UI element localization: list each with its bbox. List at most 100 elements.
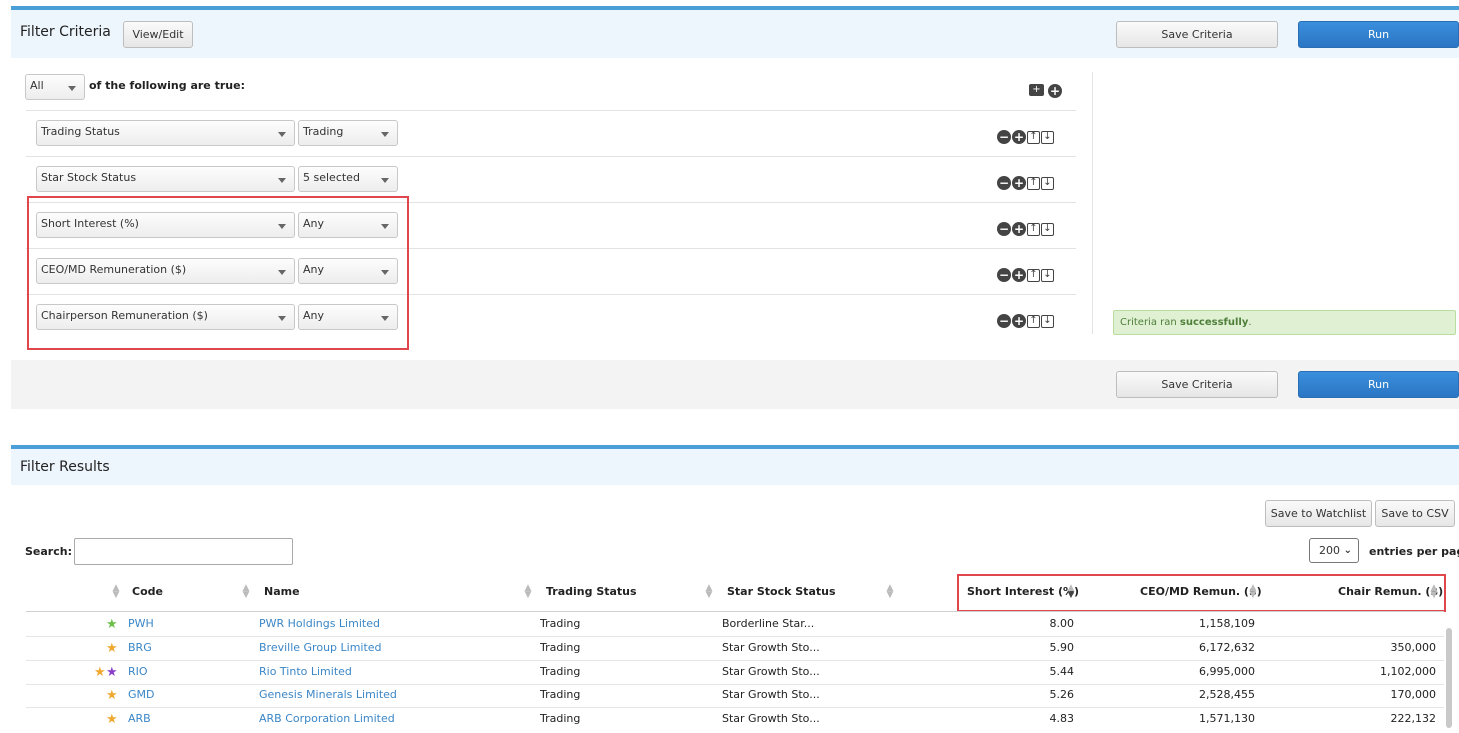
criteria-value: Trading (303, 125, 344, 138)
star-icon: ★ (106, 688, 118, 703)
row-trading: Trading (540, 688, 581, 701)
row-ceo: 6,172,632 (1199, 641, 1255, 654)
page-size-select[interactable]: 200 ⌄ (1309, 538, 1359, 563)
col-trading-status[interactable]: Trading Status (546, 585, 637, 598)
criteria-value-select[interactable]: Trading (298, 120, 398, 146)
success-message: Criteria ran successfully. (1113, 310, 1456, 335)
criteria-value-select[interactable]: 5 selected (298, 166, 398, 192)
chevron-down-icon (278, 178, 286, 183)
criteria-row-controls: − + ↑ ↓ (997, 314, 1054, 328)
criteria-field-select[interactable]: Trading Status (36, 120, 295, 146)
table-scrollbar[interactable] (1446, 628, 1452, 728)
move-up-icon[interactable]: ↑ (1027, 130, 1040, 144)
add-group-icon[interactable]: + (1029, 84, 1044, 96)
row-ceo: 1,158,109 (1199, 617, 1255, 630)
sort-icon[interactable]: ▲ ▼ (886, 584, 894, 600)
row-code[interactable]: PWH (128, 617, 154, 630)
sort-icon[interactable]: ▲ ▼ (112, 584, 120, 600)
row-trading: Trading (540, 617, 581, 630)
row-short: 8.00 (1049, 617, 1075, 630)
remove-icon[interactable]: − (997, 176, 1011, 190)
match-mode-value: All (30, 79, 44, 92)
add-icon[interactable]: + (1012, 176, 1026, 190)
save-to-csv-button[interactable]: Save to CSV (1375, 500, 1455, 527)
row-ceo: 2,528,455 (1199, 688, 1255, 701)
row-name[interactable]: Breville Group Limited (259, 641, 382, 654)
row-star-status: Borderline Star... (722, 617, 815, 630)
save-criteria-button-bottom[interactable]: Save Criteria (1116, 371, 1278, 398)
sort-icon[interactable]: ▲ ▼ (242, 584, 250, 600)
row-name[interactable]: Rio Tinto Limited (259, 665, 352, 678)
col-code[interactable]: Code (132, 585, 163, 598)
criteria-row-controls: − + ↑ ↓ (997, 222, 1054, 236)
col-name[interactable]: Name (264, 585, 300, 598)
add-icon[interactable]: + (1012, 222, 1026, 236)
chevron-down-icon (68, 86, 76, 91)
remove-icon[interactable]: − (997, 130, 1011, 144)
view-edit-button[interactable]: View/Edit (123, 21, 193, 48)
columns-highlight-box (957, 574, 1446, 612)
move-down-icon[interactable]: ↓ (1041, 268, 1054, 282)
match-mode-select[interactable]: All (25, 74, 85, 100)
filter-panel-header: Filter Criteria View/Edit Save Criteria … (11, 10, 1459, 58)
row-code[interactable]: BRG (128, 641, 152, 654)
row-name[interactable]: PWR Holdings Limited (259, 617, 380, 630)
move-up-icon[interactable]: ↑ (1027, 314, 1040, 328)
success-suffix: . (1248, 317, 1252, 328)
move-down-icon[interactable]: ↓ (1041, 176, 1054, 190)
row-chair: 1,102,000 (1380, 665, 1436, 678)
row-short: 5.26 (1049, 688, 1075, 701)
move-up-icon[interactable]: ↑ (1027, 222, 1040, 236)
row-code[interactable]: GMD (128, 688, 155, 701)
row-chair: 170,000 (1390, 688, 1437, 701)
save-to-watchlist-button[interactable]: Save to Watchlist (1265, 500, 1372, 527)
row-name[interactable]: ARB Corporation Limited (259, 712, 395, 725)
divider (26, 110, 1076, 111)
move-up-icon[interactable]: ↑ (1027, 268, 1040, 282)
criteria-highlight-box (27, 196, 409, 350)
row-star-status: Star Growth Sto... (722, 665, 820, 678)
filter-footer: Save Criteria Run (11, 360, 1459, 409)
run-button-bottom[interactable]: Run (1298, 371, 1459, 398)
page-size-label: entries per page (1369, 545, 1459, 558)
header-divider (26, 611, 1444, 612)
row-code[interactable]: RIO (128, 665, 148, 678)
add-criteria-icon[interactable]: + (1048, 84, 1062, 98)
star-icon: ★ (106, 641, 118, 656)
add-icon[interactable]: + (1012, 314, 1026, 328)
criteria-field-value: Star Stock Status (41, 171, 137, 184)
criteria-field-select[interactable]: Star Stock Status (36, 166, 295, 192)
row-divider (26, 660, 1444, 661)
sort-icon[interactable]: ▲ ▼ (524, 584, 532, 600)
star-icon: ★ (94, 665, 106, 680)
star-icon: ★ (106, 712, 118, 727)
match-text: of the following are true: (89, 79, 245, 92)
search-input[interactable] (74, 538, 293, 565)
criteria-row-controls: − + ↑ ↓ (997, 268, 1054, 282)
run-button[interactable]: Run (1298, 21, 1459, 48)
add-icon[interactable]: + (1012, 130, 1026, 144)
move-down-icon[interactable]: ↓ (1041, 314, 1054, 328)
results-panel-header: Filter Results (11, 449, 1459, 485)
sort-icon[interactable]: ▲ ▼ (705, 584, 713, 600)
chevron-down-icon: ⌄ (1343, 545, 1352, 556)
save-criteria-button[interactable]: Save Criteria (1116, 21, 1278, 48)
row-trading: Trading (540, 712, 581, 725)
add-icon[interactable]: + (1012, 268, 1026, 282)
row-short: 5.44 (1049, 665, 1075, 678)
row-short: 4.83 (1049, 712, 1075, 725)
row-star-status: Star Growth Sto... (722, 688, 820, 701)
row-trading: Trading (540, 641, 581, 654)
row-code[interactable]: ARB (128, 712, 151, 725)
remove-icon[interactable]: − (997, 268, 1011, 282)
remove-icon[interactable]: − (997, 222, 1011, 236)
remove-icon[interactable]: − (997, 314, 1011, 328)
results-panel-title: Filter Results (20, 459, 110, 475)
move-down-icon[interactable]: ↓ (1041, 222, 1054, 236)
star-icon: ★ (106, 665, 118, 680)
row-name[interactable]: Genesis Minerals Limited (259, 688, 397, 701)
col-star-stock-status[interactable]: Star Stock Status (727, 585, 836, 598)
chevron-down-icon (381, 132, 389, 137)
move-up-icon[interactable]: ↑ (1027, 176, 1040, 190)
move-down-icon[interactable]: ↓ (1041, 130, 1054, 144)
